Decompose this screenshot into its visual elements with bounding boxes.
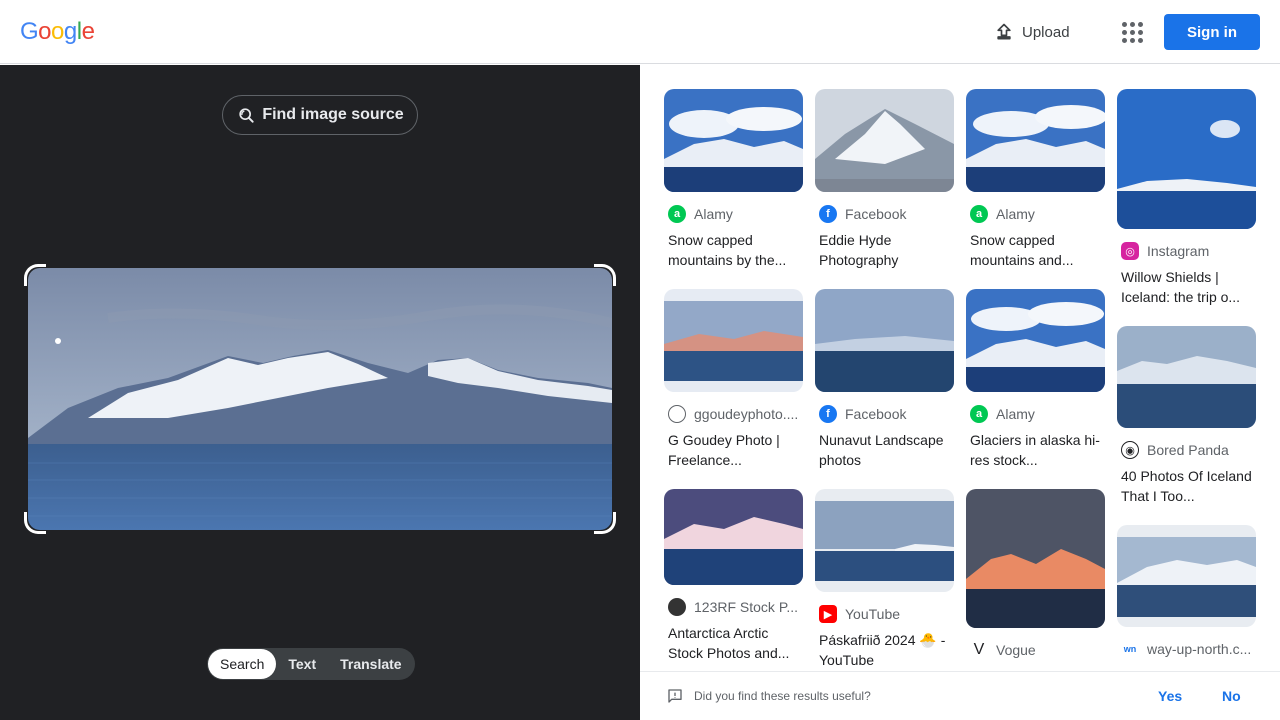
result-source: 123RF Stock P... [694,599,799,615]
result-thumbnail [815,89,954,192]
upload-icon [997,23,1011,40]
query-image[interactable] [28,268,612,530]
result-title: Snow capped mountains and... [970,232,1074,268]
search-mode-tabs: Search Text Translate [207,648,415,680]
result-thumbnail [815,489,954,592]
vogue-icon: V [970,641,988,659]
result-source: Bored Panda [1147,442,1229,458]
crop-handle-top-right[interactable] [594,264,616,286]
tab-search[interactable]: Search [208,649,277,679]
logo-letter: e [81,18,95,45]
result-title: Nunavut Landscape photos [819,432,944,468]
result-card[interactable]: ◎ Instagram Willow Shields | Iceland: the… [1117,89,1256,307]
tab-text[interactable]: Text [276,649,328,679]
crop-handle-top-left[interactable] [24,264,46,286]
visual-matches: a Alamy Snow capped mountains by the... g… [640,65,1280,670]
instagram-icon: ◎ [1121,242,1139,260]
feedback-yes-button[interactable]: Yes [1158,688,1182,704]
upload-button[interactable]: Upload [986,16,1078,48]
result-card[interactable]: a Alamy Glaciers in alaska hi-res stock..… [966,289,1105,470]
google-apps-button[interactable] [1116,16,1148,48]
alamy-icon: a [668,205,686,223]
result-thumbnail [966,289,1105,392]
facebook-icon: f [819,405,837,423]
sign-in-button[interactable]: Sign in [1164,14,1260,50]
logo-letter: o [51,18,64,45]
result-source: way-up-north.c... [1147,641,1252,657]
top-bar: Google Upload Sign in [0,0,1280,64]
bored-panda-icon: ◉ [1121,441,1139,459]
result-source: ggoudeyphoto.... [694,406,799,422]
result-card[interactable]: f Facebook Eddie Hyde Photography [815,89,954,270]
result-title: Antarctica Arctic Stock Photos and... [668,625,790,661]
results-column: a Alamy Snow capped mountains by the... g… [664,89,803,663]
result-thumbnail [664,89,803,192]
results-column: f Facebook Eddie Hyde Photography f Facebo… [815,89,954,670]
logo-letter: G [20,18,39,45]
feedback-icon [668,689,682,703]
result-title: 40 Photos Of Iceland That I Too... [1121,468,1252,504]
result-source: Alamy [694,206,733,222]
result-card[interactable]: ggoudeyphoto.... G Goudey Photo | Freela… [664,289,803,470]
visual-match-dot[interactable] [55,338,61,344]
alamy-icon: a [970,205,988,223]
results-column: a Alamy Snow capped mountains and... a Ala… [966,89,1105,660]
way-up-north-icon: wn [1121,640,1139,658]
result-thumbnail [966,489,1105,628]
result-card[interactable]: ▶ YouTube Páskafriið 2024 🐣 - YouTube [815,489,954,670]
lens-search-icon [239,108,254,123]
result-card[interactable]: a Alamy Snow capped mountains by the... [664,89,803,270]
result-source: Vogue [996,642,1036,658]
logo-letter: o [38,18,52,45]
result-title: Snow capped mountains by the... [668,232,787,268]
feedback-bar: Did you find these results useful? Yes N… [640,671,1280,720]
result-source: Alamy [996,406,1035,422]
result-source: Facebook [845,206,907,222]
google-logo[interactable]: Google [20,18,95,46]
result-thumbnail [664,489,803,585]
tab-translate[interactable]: Translate [328,649,413,679]
result-thumbnail [1117,89,1256,229]
crop-handle-bottom-left[interactable] [24,512,46,534]
result-title: Glaciers in alaska hi-res stock... [970,432,1100,468]
result-card[interactable]: 123RF Stock P... Antarctica Arctic Stock… [664,489,803,663]
result-thumbnail [966,89,1105,192]
result-thumbnail [1117,326,1256,428]
result-source: Facebook [845,406,907,422]
feedback-question: Did you find these results useful? [694,689,871,703]
result-title: Willow Shields | Iceland: the trip o... [1121,269,1241,305]
result-card[interactable]: V Vogue [966,489,1105,660]
123rf-icon [668,598,686,616]
result-title: Páskafriið 2024 🐣 - YouTube [819,632,946,668]
result-source: Alamy [996,206,1035,222]
apps-grid-icon [1121,21,1127,27]
find-image-source-button[interactable]: Find image source [222,95,418,135]
result-title: G Goudey Photo | Freelance... [668,432,780,468]
globe-icon [668,405,686,423]
result-thumbnail [664,289,803,392]
upload-label: Upload [1022,23,1070,41]
youtube-icon: ▶ [819,605,837,623]
result-thumbnail [815,289,954,392]
feedback-no-button[interactable]: No [1222,688,1241,704]
result-card[interactable]: a Alamy Snow capped mountains and... [966,89,1105,270]
result-source: Instagram [1147,243,1210,259]
alamy-icon: a [970,405,988,423]
result-source: YouTube [845,606,901,622]
result-thumbnail [1117,525,1256,627]
result-card[interactable]: ◉ Bored Panda 40 Photos Of Iceland That I… [1117,326,1256,506]
results-column: ◎ Instagram Willow Shields | Iceland: the… [1117,89,1256,659]
find-image-source-label: Find image source [262,106,404,123]
crop-handle-bottom-right[interactable] [594,512,616,534]
result-card[interactable]: f Facebook Nunavut Landscape photos [815,289,954,470]
result-card[interactable]: wn way-up-north.c... [1117,525,1256,659]
logo-letter: g [63,18,77,45]
facebook-icon: f [819,205,837,223]
result-title: Eddie Hyde Photography [819,232,899,268]
query-image-pane: Find image source Search Text Translate [0,65,640,720]
